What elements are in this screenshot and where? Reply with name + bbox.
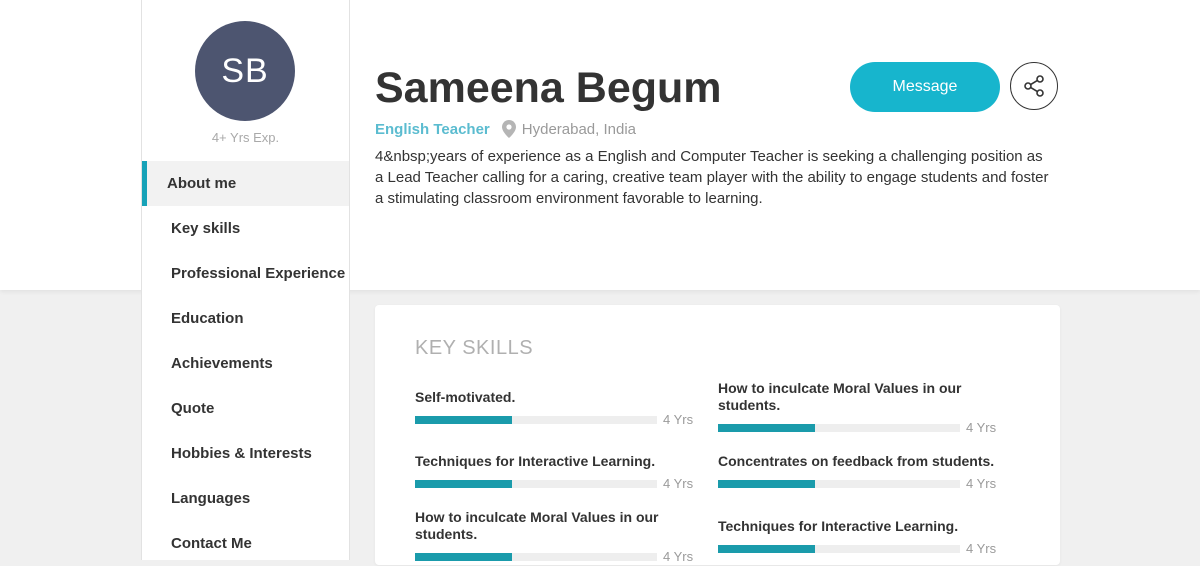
- skill-item: Concentrates on feedback from students. …: [718, 453, 998, 491]
- skill-name: Concentrates on feedback from students.: [718, 453, 995, 469]
- skill-years: 4 Yrs: [966, 476, 997, 491]
- skill-name: Self-motivated.: [415, 389, 516, 405]
- sidebar-item-key-skills[interactable]: Key skills: [142, 206, 349, 251]
- skill-name: How to inculcate Moral Values in our stu…: [718, 380, 962, 413]
- key-skills-title: KEY SKILLS: [415, 337, 534, 359]
- skill-bar-fill: [415, 415, 512, 424]
- skill-bar-fill: [718, 423, 815, 432]
- skill-name: Techniques for Interactive Learning.: [718, 518, 959, 534]
- skill-item: How to inculcate Moral Values in our stu…: [718, 380, 998, 435]
- skill-years: 4 Yrs: [966, 420, 997, 435]
- profile-name: Sameena Begum: [375, 64, 722, 112]
- skill-bar: [718, 423, 960, 432]
- avatar: SB: [195, 21, 295, 121]
- skill-years: 4 Yrs: [663, 549, 694, 564]
- sidebar-item-education[interactable]: Education: [142, 296, 349, 341]
- skill-bar-fill: [718, 479, 815, 488]
- experience-label: 4+ Yrs Exp.: [211, 130, 280, 145]
- sidebar-item-hobbies[interactable]: Hobbies & Interests: [142, 431, 349, 476]
- profile-location: Hyderabad, India: [521, 120, 637, 138]
- message-button[interactable]: Message: [850, 62, 1000, 112]
- skill-years: 4 Yrs: [663, 412, 694, 427]
- skill-bar: [415, 415, 657, 424]
- sidebar-item-professional-experience[interactable]: Professional Experience: [142, 251, 349, 296]
- profile-role: English Teacher: [375, 120, 490, 138]
- skill-years: 4 Yrs: [663, 476, 694, 491]
- skill-years: 4 Yrs: [966, 541, 997, 556]
- sidebar-item-achievements[interactable]: Achievements: [142, 341, 349, 386]
- share-button[interactable]: [1010, 62, 1058, 110]
- sidebar-item-about-me[interactable]: About me: [142, 161, 349, 206]
- skill-bar: [718, 544, 960, 553]
- skill-bar-fill: [415, 552, 512, 561]
- sidebar-item-languages[interactable]: Languages: [142, 476, 349, 521]
- skill-bar-fill: [718, 544, 815, 553]
- sidebar: SB 4+ Yrs Exp. About me Key skills Profe…: [141, 0, 350, 560]
- skill-bar: [415, 552, 657, 561]
- sidebar-nav: About me Key skills Professional Experie…: [142, 161, 349, 566]
- skill-item: Self-motivated. 4 Yrs: [415, 389, 695, 427]
- sidebar-item-contact-me[interactable]: Contact Me: [142, 521, 349, 566]
- skill-name: Techniques for Interactive Learning.: [415, 453, 656, 469]
- profile-about: 4&nbsp;years of experience as a English …: [375, 148, 1049, 207]
- share-icon: [1024, 75, 1044, 97]
- sidebar-item-quote[interactable]: Quote: [142, 386, 349, 431]
- key-skills-card: KEY SKILLS Self-motivated. 4 Yrs How to …: [375, 305, 1060, 565]
- skill-item: Techniques for Interactive Learning. 4 Y…: [718, 518, 998, 556]
- location-pin-icon: [501, 120, 516, 138]
- skill-bar-fill: [415, 479, 512, 488]
- skill-bar: [415, 479, 657, 488]
- role-location-line: English Teacher Hyderabad, India: [375, 120, 636, 138]
- skill-item: How to inculcate Moral Values in our stu…: [415, 509, 695, 564]
- skill-item: Techniques for Interactive Learning. 4 Y…: [415, 453, 695, 491]
- skill-bar: [718, 479, 960, 488]
- skill-name: How to inculcate Moral Values in our stu…: [415, 509, 659, 542]
